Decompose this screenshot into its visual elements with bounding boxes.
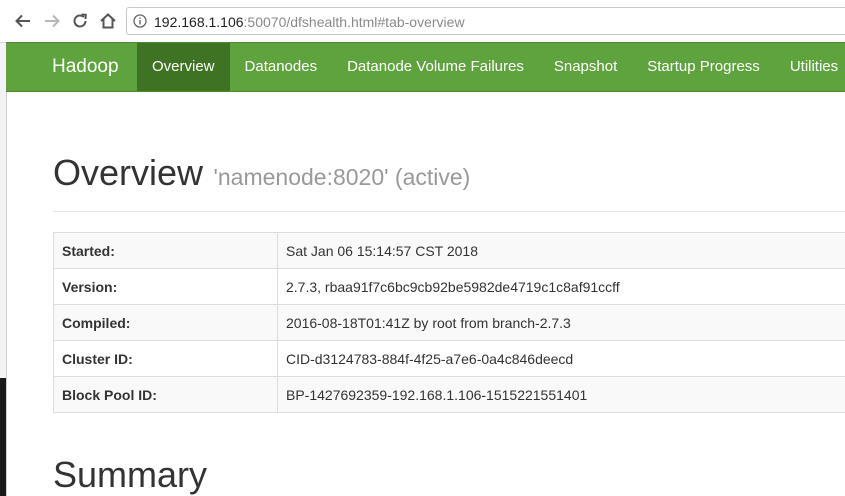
arrow-left-icon (15, 14, 30, 28)
info-icon[interactable] (133, 14, 147, 28)
row-value: 2.7.3, rbaa91f7c6bc9cb92be5982de4719c1c8… (277, 268, 845, 305)
summary-heading: Summary (53, 454, 208, 495)
forward-button[interactable] (41, 10, 63, 32)
background-window-dark-area (0, 378, 6, 496)
address-bar[interactable]: 192.168.1.106:50070/dfshealth.html#tab-o… (126, 7, 845, 35)
url-text: 192.168.1.106:50070/dfshealth.html#tab-o… (154, 13, 465, 31)
row-key: Version: (53, 268, 278, 305)
page-header: Overview 'namenode:8020' (active) (53, 152, 470, 194)
url-path: :50070/dfshealth.html#tab-overview (243, 14, 465, 30)
row-key: Block Pool ID: (53, 376, 278, 413)
tab-overview[interactable]: Overview (137, 43, 230, 91)
row-value: CID-d3124783-884f-4f25-a7e6-0a4c846deecd (277, 340, 845, 377)
tab-utilities[interactable]: Utilities (775, 43, 845, 91)
home-button[interactable] (97, 10, 119, 32)
arrow-right-icon (45, 14, 60, 28)
url-host: 192.168.1.106 (154, 14, 244, 30)
row-key: Compiled: (53, 304, 278, 341)
row-key: Cluster ID: (53, 340, 278, 377)
row-value: BP-1427692359-192.168.1.106-151522155140… (277, 376, 845, 413)
brand-logo-text[interactable]: Hadoop (52, 43, 119, 91)
header-divider (53, 211, 845, 212)
namenode-status: 'namenode:8020' (active) (213, 164, 471, 190)
reload-button[interactable] (69, 10, 91, 32)
nav-tabs: Overview Datanodes Datanode Volume Failu… (137, 43, 845, 91)
page-title: Overview (53, 152, 204, 193)
row-key: Started: (53, 232, 278, 269)
tab-snapshot[interactable]: Snapshot (539, 43, 632, 91)
tab-datanode-volume-failures[interactable]: Datanode Volume Failures (332, 43, 539, 91)
back-button[interactable] (12, 10, 34, 32)
hadoop-navbar: Hadoop Overview Datanodes Datanode Volum… (6, 42, 845, 92)
browser-window: 192.168.1.106:50070/dfshealth.html#tab-o… (0, 0, 845, 496)
table-row: Cluster ID: CID-d3124783-884f-4f25-a7e6-… (53, 340, 845, 377)
table-row: Block Pool ID: BP-1427692359-192.168.1.1… (53, 376, 845, 413)
table-row: Compiled: 2016-08-18T01:41Z by root from… (53, 304, 845, 341)
table-row: Started: Sat Jan 06 15:14:57 CST 2018 (53, 232, 845, 269)
browser-toolbar: 192.168.1.106:50070/dfshealth.html#tab-o… (0, 0, 845, 43)
home-icon (100, 13, 116, 29)
tab-datanodes[interactable]: Datanodes (230, 43, 333, 91)
row-value: 2016-08-18T01:41Z by root from branch-2.… (277, 304, 845, 341)
table-row: Version: 2.7.3, rbaa91f7c6bc9cb92be5982d… (53, 268, 845, 305)
reload-icon (73, 13, 87, 28)
row-value: Sat Jan 06 15:14:57 CST 2018 (277, 232, 845, 269)
tab-startup-progress[interactable]: Startup Progress (632, 43, 775, 91)
overview-table: Started: Sat Jan 06 15:14:57 CST 2018 Ve… (53, 232, 845, 413)
